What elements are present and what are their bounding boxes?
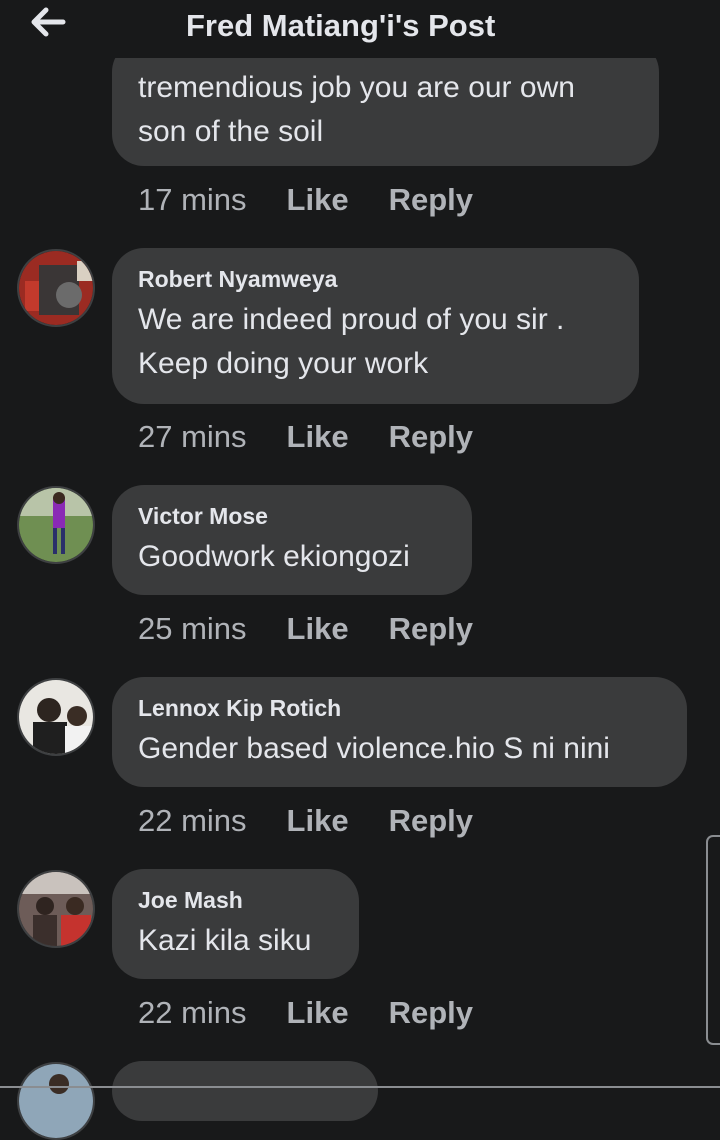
commenter-name[interactable]: Victor Mose (138, 503, 268, 530)
comment-actions: 25 mins Like Reply (138, 611, 473, 647)
comment-actions: 17 mins Like Reply (138, 182, 473, 218)
divider (0, 1086, 720, 1088)
avatar[interactable] (17, 870, 95, 948)
comment-actions: 27 mins Like Reply (138, 419, 473, 455)
comment-time: 22 mins (138, 803, 247, 838)
comment-bubble[interactable]: tremendious job you are our own son of t… (112, 40, 659, 166)
avatar[interactable] (17, 249, 95, 327)
scrollbar[interactable] (706, 835, 720, 1045)
like-button[interactable]: Like (287, 803, 349, 839)
reply-button[interactable]: Reply (389, 182, 473, 218)
comment-bubble[interactable] (112, 1061, 378, 1121)
comment-bubble[interactable]: Lennox Kip Rotich Gender based violence.… (112, 677, 687, 787)
comment-text: We are indeed proud of you sir . (138, 303, 565, 336)
comment-bubble[interactable]: Joe Mash Kazi kila siku (112, 869, 359, 979)
commenter-name[interactable]: Lennox Kip Rotich (138, 695, 341, 722)
reply-button[interactable]: Reply (389, 803, 473, 839)
comment-actions: 22 mins Like Reply (138, 803, 473, 839)
comment-time: 17 mins (138, 182, 247, 217)
comment-time: 27 mins (138, 419, 247, 454)
reply-button[interactable]: Reply (389, 419, 473, 455)
comment-text: Keep doing your work (138, 347, 429, 380)
comment-text: Goodwork ekiongozi (138, 540, 410, 573)
commenter-name[interactable]: Robert Nyamweya (138, 266, 337, 293)
comment-text: tremendious job you are our own (138, 71, 575, 104)
avatar[interactable] (17, 1062, 95, 1140)
comment-actions: 22 mins Like Reply (138, 995, 473, 1031)
arrow-left-icon (31, 7, 66, 37)
comment-text: Kazi kila siku (138, 924, 312, 957)
page-title: Fred Matiang'i's Post (186, 8, 496, 43)
comment-bubble[interactable]: Victor Mose Goodwork ekiongozi (112, 485, 472, 595)
like-button[interactable]: Like (287, 182, 349, 218)
like-button[interactable]: Like (287, 611, 349, 647)
like-button[interactable]: Like (287, 419, 349, 455)
comment-bubble[interactable]: Robert Nyamweya We are indeed proud of y… (112, 248, 639, 404)
like-button[interactable]: Like (287, 995, 349, 1031)
comment-text: Gender based violence.hio S ni nini (138, 732, 610, 765)
comment-time: 22 mins (138, 995, 247, 1030)
back-button[interactable] (28, 4, 68, 40)
comment-text: son of the soil (138, 115, 324, 148)
reply-button[interactable]: Reply (389, 995, 473, 1031)
comments-feed: tremendious job you are our own son of t… (0, 0, 720, 1140)
avatar[interactable] (17, 678, 95, 756)
commenter-name[interactable]: Joe Mash (138, 887, 243, 914)
post-header: Fred Matiang'i's Post (0, 0, 720, 58)
avatar[interactable] (17, 486, 95, 564)
comment-time: 25 mins (138, 611, 247, 646)
reply-button[interactable]: Reply (389, 611, 473, 647)
